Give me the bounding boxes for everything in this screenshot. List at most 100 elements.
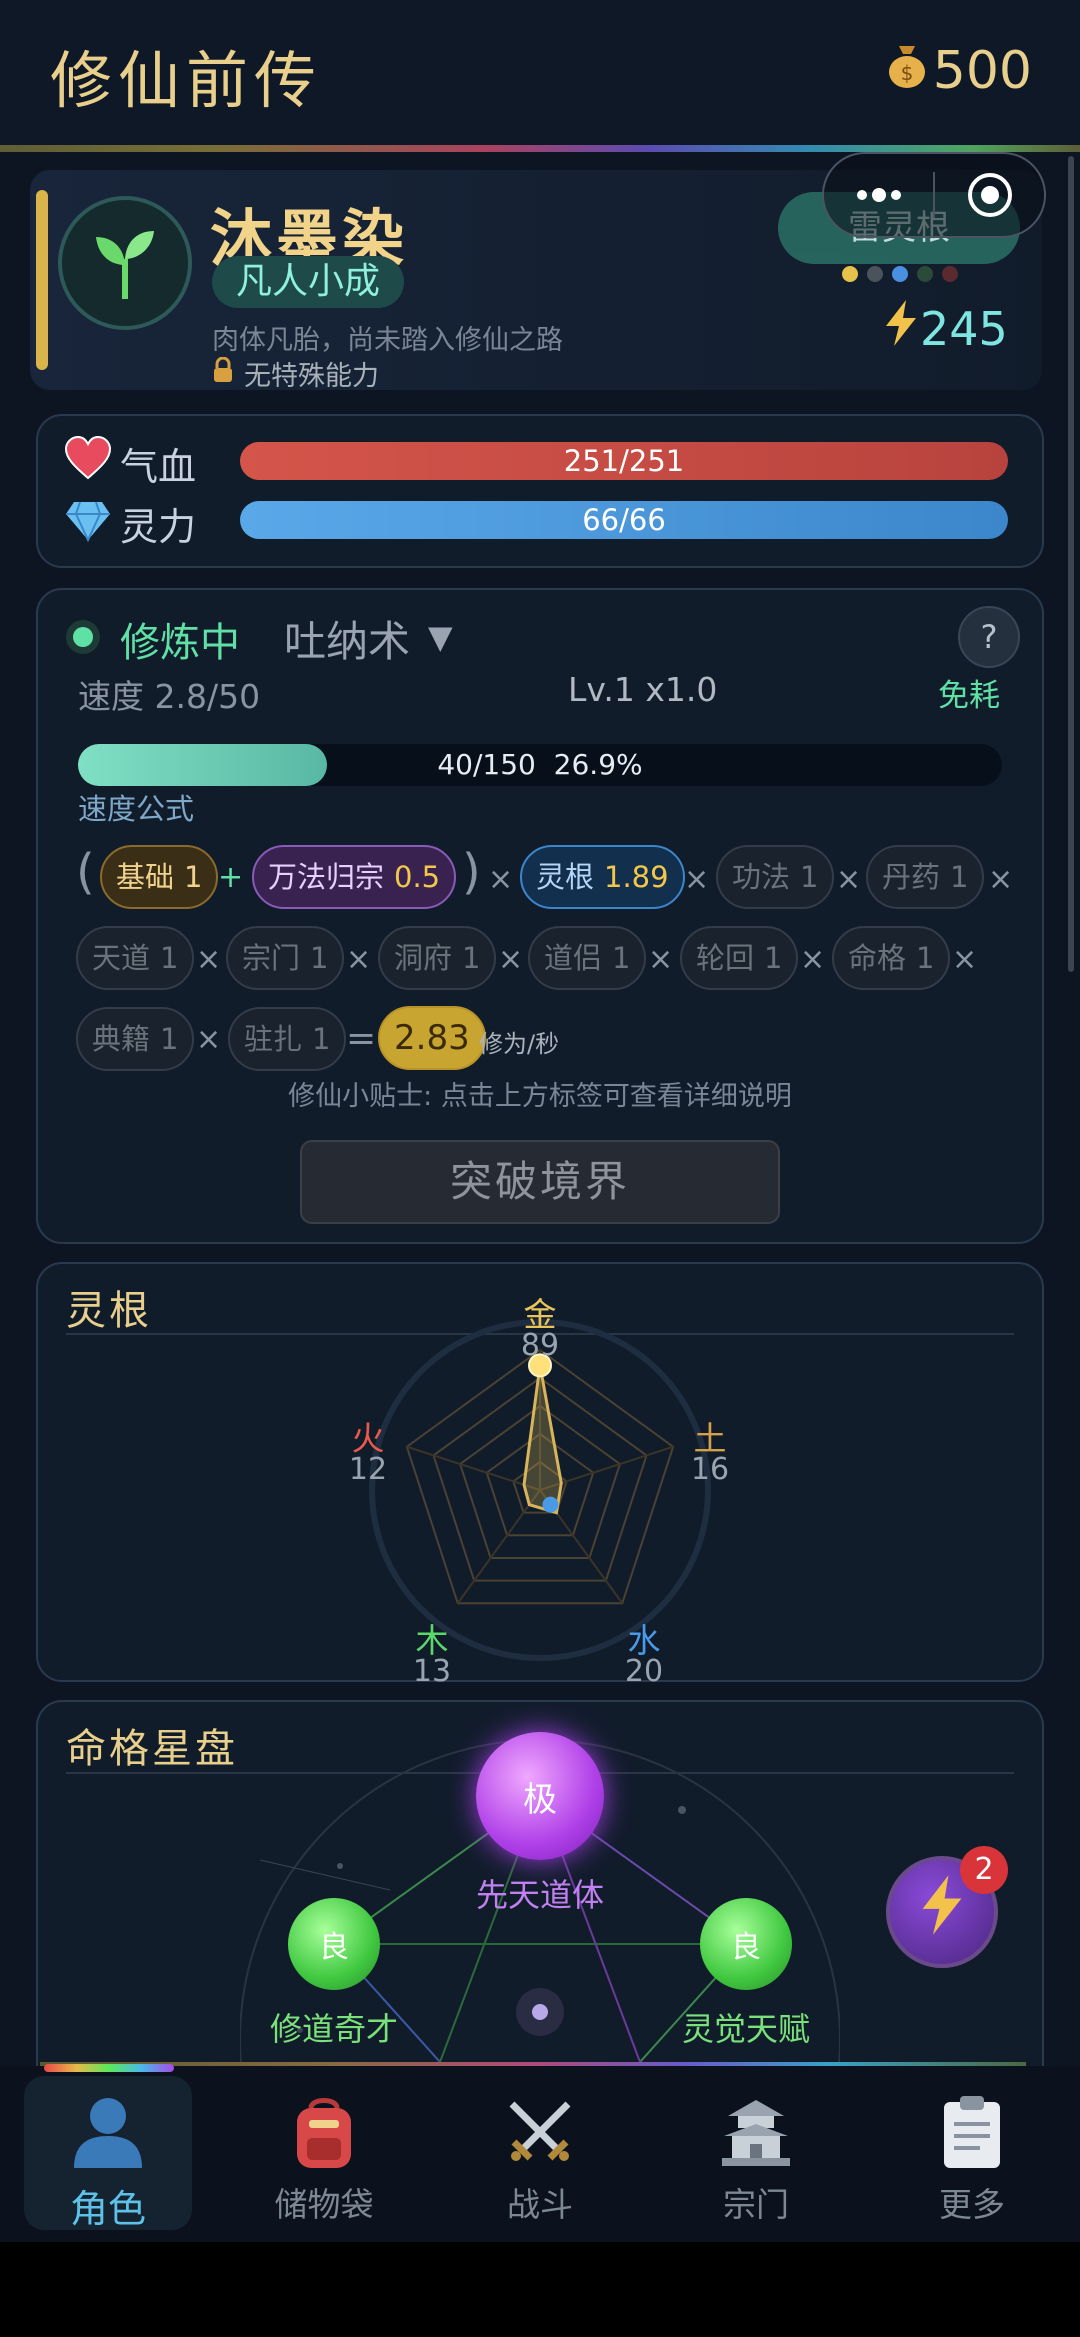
nav-item-more[interactable]: 更多 (888, 2076, 1056, 2230)
multiply-operator: × (952, 942, 978, 977)
factor-base-chip[interactable]: 基础 1 (100, 845, 219, 909)
header-divider (0, 145, 1080, 152)
realm-badge[interactable]: 凡人小成 (212, 256, 405, 308)
factor-label: 功法 (732, 860, 791, 894)
radar-point-water (542, 1496, 559, 1513)
svg-text:$: $ (900, 61, 913, 85)
factor-zhuzha-chip[interactable]: 驻扎 1 (228, 1007, 347, 1071)
root-dot (892, 266, 908, 282)
nav-label: 角色 (69, 2187, 146, 2231)
hp-bar: 251/251 (240, 442, 1008, 480)
energy-value: 245 (920, 301, 1008, 356)
factor-label: 万法归宗 (268, 860, 385, 894)
factor-value: 1 (310, 941, 329, 975)
factor-label: 基础 (116, 860, 175, 894)
diamond-icon (64, 500, 112, 552)
root-dot (842, 266, 858, 282)
gold-amount: 500 (932, 40, 1032, 101)
star-node-right[interactable]: 良 (700, 1898, 792, 1990)
nav-item-sect[interactable]: 宗门 (672, 2076, 840, 2230)
profile-accent-bar (36, 190, 48, 370)
formula-label: 速度公式 (78, 792, 195, 826)
factor-danyao-chip[interactable]: 丹药 1 (866, 845, 985, 909)
notification-badge: 2 (960, 1846, 1008, 1894)
multiply-operator: × (498, 942, 524, 977)
speed-unit: 修为/秒 (479, 1030, 560, 1058)
star-label-right: 灵觉天赋 (681, 2010, 810, 2048)
factor-label: 驻扎 (244, 1022, 303, 1056)
root-dot (917, 266, 933, 282)
radar-element-value: 12 (348, 1452, 388, 1487)
multiply-operator: × (988, 862, 1014, 897)
factor-value: 1 (462, 941, 481, 975)
factor-label: 灵根 (536, 860, 595, 894)
factor-value: 1 (160, 1022, 179, 1056)
crossed-swords-icon (456, 2090, 624, 2174)
factor-value: 1 (916, 941, 935, 975)
radar-element-value: 89 (520, 1328, 560, 1363)
dropdown-arrow-icon[interactable]: ▼ (428, 618, 453, 656)
cost-text: 免耗 (938, 678, 1000, 714)
nav-label: 更多 (939, 2185, 1005, 2224)
spirit-root-dots (842, 266, 967, 282)
help-button[interactable]: ? (958, 606, 1020, 668)
factor-label: 道侣 (544, 941, 603, 975)
nav-item-battle[interactable]: 战斗 (456, 2076, 624, 2230)
factor-tiandao-chip[interactable]: 天道 1 (76, 926, 195, 990)
status-indicator-icon (66, 620, 100, 654)
mp-bar: 66/66 (240, 501, 1008, 539)
system-bottom-bar (0, 2242, 1080, 2337)
multiply-operator: × (836, 862, 862, 897)
factor-root-chip[interactable]: 灵根 1.89 (520, 845, 685, 909)
star-label-left: 修道奇才 (269, 2010, 398, 2048)
open-paren: ( (76, 844, 95, 900)
factor-dianji-chip[interactable]: 典籍 1 (76, 1007, 195, 1071)
special-ability[interactable]: 无特殊能力 (212, 354, 379, 393)
factor-wanfa-chip[interactable]: 万法归宗 0.5 (252, 845, 457, 909)
nav-item-inventory[interactable]: 储物袋 (240, 2076, 408, 2230)
gold-display: $ 500 (885, 40, 1032, 101)
plus-operator: + (218, 860, 244, 895)
factor-value: 1 (160, 941, 179, 975)
fate-title: 命格星盘 (66, 1726, 238, 1772)
factor-dongfu-chip[interactable]: 洞府 1 (378, 926, 497, 990)
root-dot (942, 266, 958, 282)
factor-value: 1 (612, 941, 631, 975)
energy-display: 245 (884, 300, 1008, 357)
nav-label: 宗门 (723, 2185, 789, 2224)
technique-select[interactable]: 吐纳术 (284, 608, 410, 669)
factor-zongmen-chip[interactable]: 宗门 1 (226, 926, 345, 990)
factor-value: 1 (764, 941, 783, 975)
factor-gongfa-chip[interactable]: 功法 1 (716, 845, 835, 909)
roots-title: 灵根 (66, 1288, 152, 1334)
factor-value: 1 (184, 860, 203, 894)
star-node-top[interactable]: 极 (476, 1732, 604, 1860)
avatar[interactable] (58, 196, 192, 330)
factor-value: 1 (800, 860, 819, 894)
multiply-operator: × (488, 862, 514, 897)
ability-text: 无特殊能力 (244, 361, 379, 392)
multiply-operator: × (684, 862, 710, 897)
radar-element-value: 20 (624, 1654, 664, 1689)
breakthrough-button[interactable]: 突破境界 (300, 1140, 780, 1224)
speed-result-chip[interactable]: 2.83 (378, 1006, 486, 1070)
nav-item-character[interactable]: 角色 (24, 2076, 192, 2231)
factor-label: 丹药 (882, 860, 941, 894)
factor-value: 0.5 (394, 860, 441, 894)
more-menu-icon[interactable] (824, 154, 933, 236)
star-node-left[interactable]: 良 (288, 1898, 380, 1990)
factor-mingge-chip[interactable]: 命格 1 (832, 926, 951, 990)
factor-label: 洞府 (394, 941, 453, 975)
factor-lunhui-chip[interactable]: 轮回 1 (680, 926, 799, 990)
lightning-icon (884, 300, 918, 357)
mp-label: 灵力 (120, 505, 197, 549)
factor-value: 1 (312, 1022, 331, 1056)
factor-daolv-chip[interactable]: 道侣 1 (528, 926, 647, 990)
radar-element-value: 16 (690, 1452, 730, 1487)
lightning-icon (920, 1875, 964, 1949)
tip-text: 修仙小贴士: 点击上方标签可查看详细说明 (288, 1081, 792, 1112)
close-target-icon[interactable] (935, 154, 1044, 236)
scrollbar[interactable] (1068, 156, 1074, 972)
root-dot (867, 266, 883, 282)
nav-label: 战斗 (507, 2185, 573, 2224)
